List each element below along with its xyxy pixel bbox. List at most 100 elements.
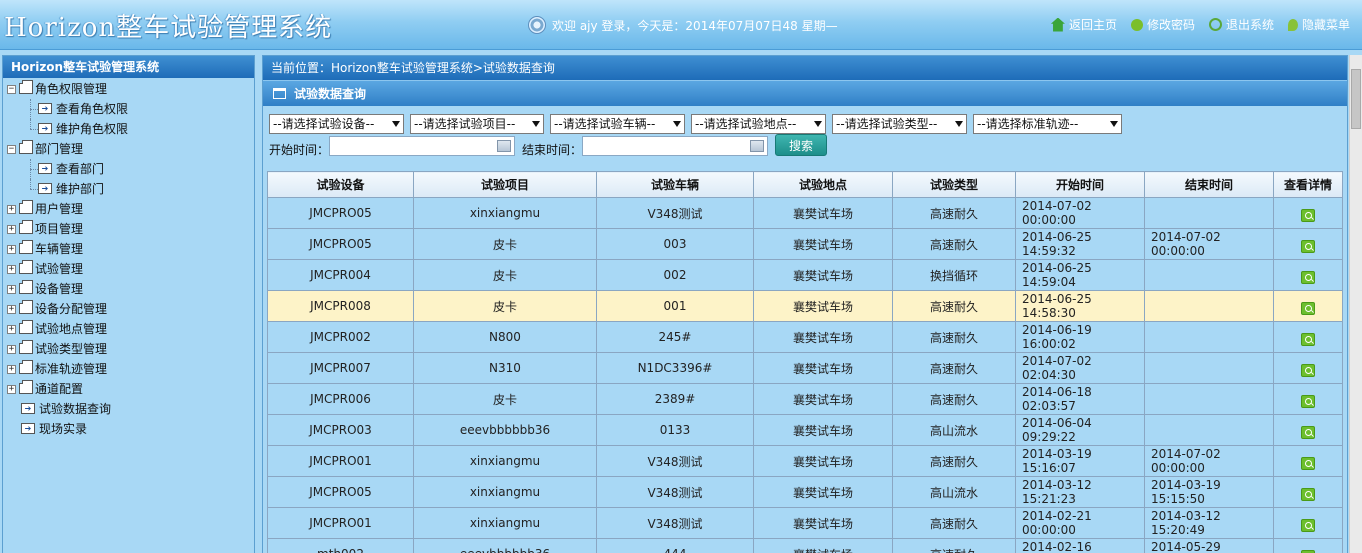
sidebar-item[interactable]: ➔ 维护部门 xyxy=(3,179,254,199)
view-details-icon[interactable] xyxy=(1301,549,1315,553)
sidebar-item[interactable]: + 项目管理 xyxy=(3,219,254,239)
sidebar-item-label: 维护部门 xyxy=(56,182,105,196)
expand-icon[interactable]: + xyxy=(7,385,16,394)
end-time-input[interactable] xyxy=(582,136,768,156)
sidebar-item[interactable]: ➔ 试验数据查询 xyxy=(3,399,254,419)
view-details-icon[interactable] xyxy=(1301,518,1315,532)
view-details-icon[interactable] xyxy=(1301,332,1315,346)
sidebar-item[interactable]: + 设备分配管理 xyxy=(3,299,254,319)
column-header[interactable]: 试验设备 xyxy=(267,171,414,198)
project-select[interactable]: --请选择试验项目-- xyxy=(410,114,544,134)
collapse-icon[interactable]: − xyxy=(7,85,16,94)
table-cell: JMCPRO01 xyxy=(267,507,414,539)
column-header[interactable]: 结束时间 xyxy=(1144,171,1274,198)
table-cell: eeevbbbbbb36 xyxy=(413,414,597,446)
view-details-icon[interactable] xyxy=(1301,394,1315,408)
column-header[interactable]: 试验类型 xyxy=(892,171,1016,198)
sidebar-item[interactable]: − 角色权限管理 xyxy=(3,79,254,99)
sidebar-item[interactable]: + 标准轨迹管理 xyxy=(3,359,254,379)
window-icon xyxy=(273,88,286,99)
collapse-icon[interactable]: − xyxy=(7,145,16,154)
chevron-down-icon xyxy=(1110,121,1118,127)
logout-link[interactable]: 退出系统 xyxy=(1208,16,1274,33)
expand-icon[interactable]: + xyxy=(7,205,16,214)
view-details-icon[interactable] xyxy=(1301,239,1315,253)
calendar-icon[interactable] xyxy=(497,140,511,152)
table-row[interactable]: JMCPR008 皮卡 001 襄樊试车场 高速耐久 2014-06-25 14:58:3… xyxy=(267,290,1343,322)
column-header[interactable]: 查看详情 xyxy=(1273,171,1343,198)
table-row[interactable]: JMCPR002 N800 245# 襄樊试车场 高速耐久 2014-06-19 16:0… xyxy=(267,321,1343,353)
sidebar-item[interactable]: ➔ 查看部门 xyxy=(3,159,254,179)
view-details-icon[interactable] xyxy=(1301,270,1315,284)
track-select[interactable]: --请选择标准轨迹-- xyxy=(973,114,1122,134)
sidebar-item[interactable]: ➔ 查看角色权限 xyxy=(3,99,254,119)
table-row[interactable]: JMCPRO03 eeevbbbbbb36 0133 襄樊试车场 高山流水 2014-06… xyxy=(267,414,1343,446)
test-type-select[interactable]: --请选择试验类型-- xyxy=(832,114,967,134)
table-row[interactable]: JMCPRO05 xinxiangmu V348测试 襄樊试车场 高山流水 2014-03… xyxy=(267,476,1343,508)
table-row[interactable]: JMCPRO05 xinxiangmu V348测试 襄樊试车场 高速耐久 2014-07… xyxy=(267,197,1343,229)
sidebar-item[interactable]: + 设备管理 xyxy=(3,279,254,299)
sidebar-item[interactable]: + 用户管理 xyxy=(3,199,254,219)
expand-icon[interactable]: + xyxy=(7,225,16,234)
expand-icon[interactable]: + xyxy=(7,365,16,374)
view-details-icon[interactable] xyxy=(1301,363,1315,377)
sidebar-item[interactable]: − 部门管理 xyxy=(3,139,254,159)
search-button[interactable]: 搜索 xyxy=(775,134,827,156)
table-cell: 高山流水 xyxy=(892,476,1016,508)
folder-icon xyxy=(19,80,33,94)
expand-icon[interactable]: + xyxy=(7,305,16,314)
test-type-select-value: --请选择试验类型-- xyxy=(836,117,938,131)
expand-icon[interactable]: + xyxy=(7,245,16,254)
table-row[interactable]: mth002eeevbbbbbb36444襄樊试车场高速耐久2014-02-16… xyxy=(267,538,1343,553)
hide-menu-link[interactable]: 隐藏菜单 xyxy=(1287,16,1350,33)
table-cell: xinxiangmu xyxy=(413,476,597,508)
table-cell xyxy=(1144,352,1274,384)
column-header[interactable]: 开始时间 xyxy=(1015,171,1145,198)
page-link-icon: ➔ xyxy=(21,423,35,434)
expand-icon[interactable]: + xyxy=(7,265,16,274)
vehicle-select-value: --请选择试验车辆-- xyxy=(554,117,656,131)
sidebar-item-label: 角色权限管理 xyxy=(35,82,108,96)
change-password-link[interactable]: 修改密码 xyxy=(1130,16,1195,33)
power-icon xyxy=(1208,18,1222,31)
start-time-input[interactable] xyxy=(329,136,515,156)
view-details-icon[interactable] xyxy=(1301,208,1315,222)
view-details-icon[interactable] xyxy=(1301,456,1315,470)
vehicle-select[interactable]: --请选择试验车辆-- xyxy=(550,114,685,134)
location-select[interactable]: --请选择试验地点-- xyxy=(691,114,826,134)
view-details-icon[interactable] xyxy=(1301,487,1315,501)
table-row[interactable]: JMCPRO01 xinxiangmu V348测试 襄樊试车场 高速耐久 2014-03… xyxy=(267,445,1343,477)
table-cell: 245# xyxy=(596,321,754,353)
equipment-select[interactable]: --请选择试验设备-- xyxy=(269,114,404,134)
table-row[interactable]: JMCPRO05 皮卡 003 襄樊试车场 高速耐久 2014-06-25 14:59:3… xyxy=(267,228,1343,260)
page-scrollbar[interactable] xyxy=(1349,55,1362,553)
view-details-icon[interactable] xyxy=(1301,425,1315,439)
table-row[interactable]: JMCPRO01 xinxiangmu V348测试 襄樊试车场 高速耐久 2014-02… xyxy=(267,507,1343,539)
home-link[interactable]: 返回主页 xyxy=(1050,16,1117,33)
sidebar-item[interactable]: + 通道配置 xyxy=(3,379,254,399)
sidebar-item[interactable]: + 试验管理 xyxy=(3,259,254,279)
detail-cell xyxy=(1273,352,1343,384)
expand-icon[interactable]: + xyxy=(7,325,16,334)
tree-connector xyxy=(30,169,38,170)
table-row[interactable]: JMCPR006 皮卡 2389# 襄樊试车场 高速耐久 2014-06-18 02:03… xyxy=(267,383,1343,415)
sidebar-item[interactable]: + 试验类型管理 xyxy=(3,339,254,359)
sidebar-item[interactable]: + 车辆管理 xyxy=(3,239,254,259)
table-row[interactable]: JMCPR004 皮卡 002 襄樊试车场 换挡循环 2014-06-25 14:59:0… xyxy=(267,259,1343,291)
sidebar-item[interactable]: ➔ 维护角色权限 xyxy=(3,119,254,139)
sidebar-item[interactable]: ➔ 现场实录 xyxy=(3,419,254,439)
table-cell: 襄樊试车场 xyxy=(753,197,893,229)
sidebar-item-label: 项目管理 xyxy=(35,222,84,236)
table-cell: 皮卡 xyxy=(413,383,597,415)
table-cell: 2389# xyxy=(596,383,754,415)
column-header[interactable]: 试验项目 xyxy=(413,171,597,198)
expand-icon[interactable]: + xyxy=(7,285,16,294)
expand-icon[interactable]: + xyxy=(7,345,16,354)
sidebar-item[interactable]: + 试验地点管理 xyxy=(3,319,254,339)
column-header[interactable]: 试验地点 xyxy=(753,171,893,198)
scrollbar-thumb[interactable] xyxy=(1351,69,1361,129)
view-details-icon[interactable] xyxy=(1301,301,1315,315)
calendar-icon[interactable] xyxy=(750,140,764,152)
column-header[interactable]: 试验车辆 xyxy=(596,171,754,198)
table-row[interactable]: JMCPR007 N310 N1DC3396# 襄樊试车场 高速耐久 2014-07-02… xyxy=(267,352,1343,384)
